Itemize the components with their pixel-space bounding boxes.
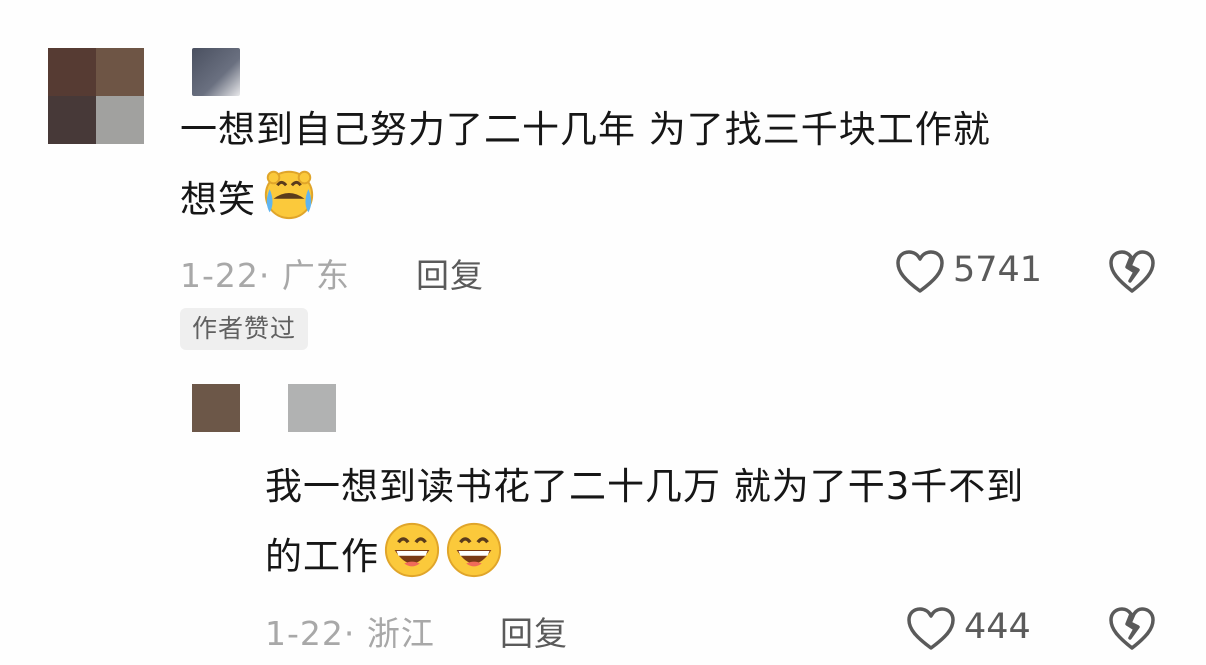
reply-reply-button[interactable]: 回复 [500,607,568,655]
crying-face-icon [264,170,314,220]
comment-location: · 广东 [258,256,350,295]
like-heart-icon[interactable] [906,607,956,651]
comment-meta: 1-22· 广东 [180,249,350,297]
like-heart-icon[interactable] [895,250,945,294]
like-count: 5741 [953,250,1043,290]
comment-text-cont: 想笑 [180,178,256,221]
dislike-heart-icon[interactable] [1108,607,1156,651]
reply-text-cont: 的工作 [265,535,379,578]
comment-text: 一想到自己努力了二十几年 为了找三千块工作就 想笑 [180,96,1180,234]
reply-avatar[interactable] [192,384,240,432]
grinning-face-icon [384,522,440,578]
reply-date: 1-22 [265,614,344,653]
comment-text-line-2: 想笑 [180,164,1180,234]
reply-like-count: 444 [964,607,1031,647]
comment-text-line-1: 一想到自己努力了二十几年 为了找三千块工作就 [180,108,991,151]
reply-button[interactable]: 回复 [416,249,484,297]
avatar[interactable] [48,48,144,144]
reply-text: 我一想到读书花了二十几万 就为了干3千不到 的工作 [265,453,1185,591]
reply-text-line-2: 的工作 [265,521,1185,591]
username-pixelated[interactable] [192,48,240,96]
reply-username-pixelated[interactable] [288,384,336,432]
reply-text-line-1: 我一想到读书花了二十几万 就为了干3千不到 [265,465,1025,508]
author-liked-badge: 作者赞过 [180,308,309,350]
reply-location: · 浙江 [343,614,435,653]
dislike-heart-icon[interactable] [1108,250,1156,294]
grinning-face-icon [446,522,502,578]
comment-date: 1-22 [180,256,259,295]
reply-meta: 1-22· 浙江 [265,607,435,655]
